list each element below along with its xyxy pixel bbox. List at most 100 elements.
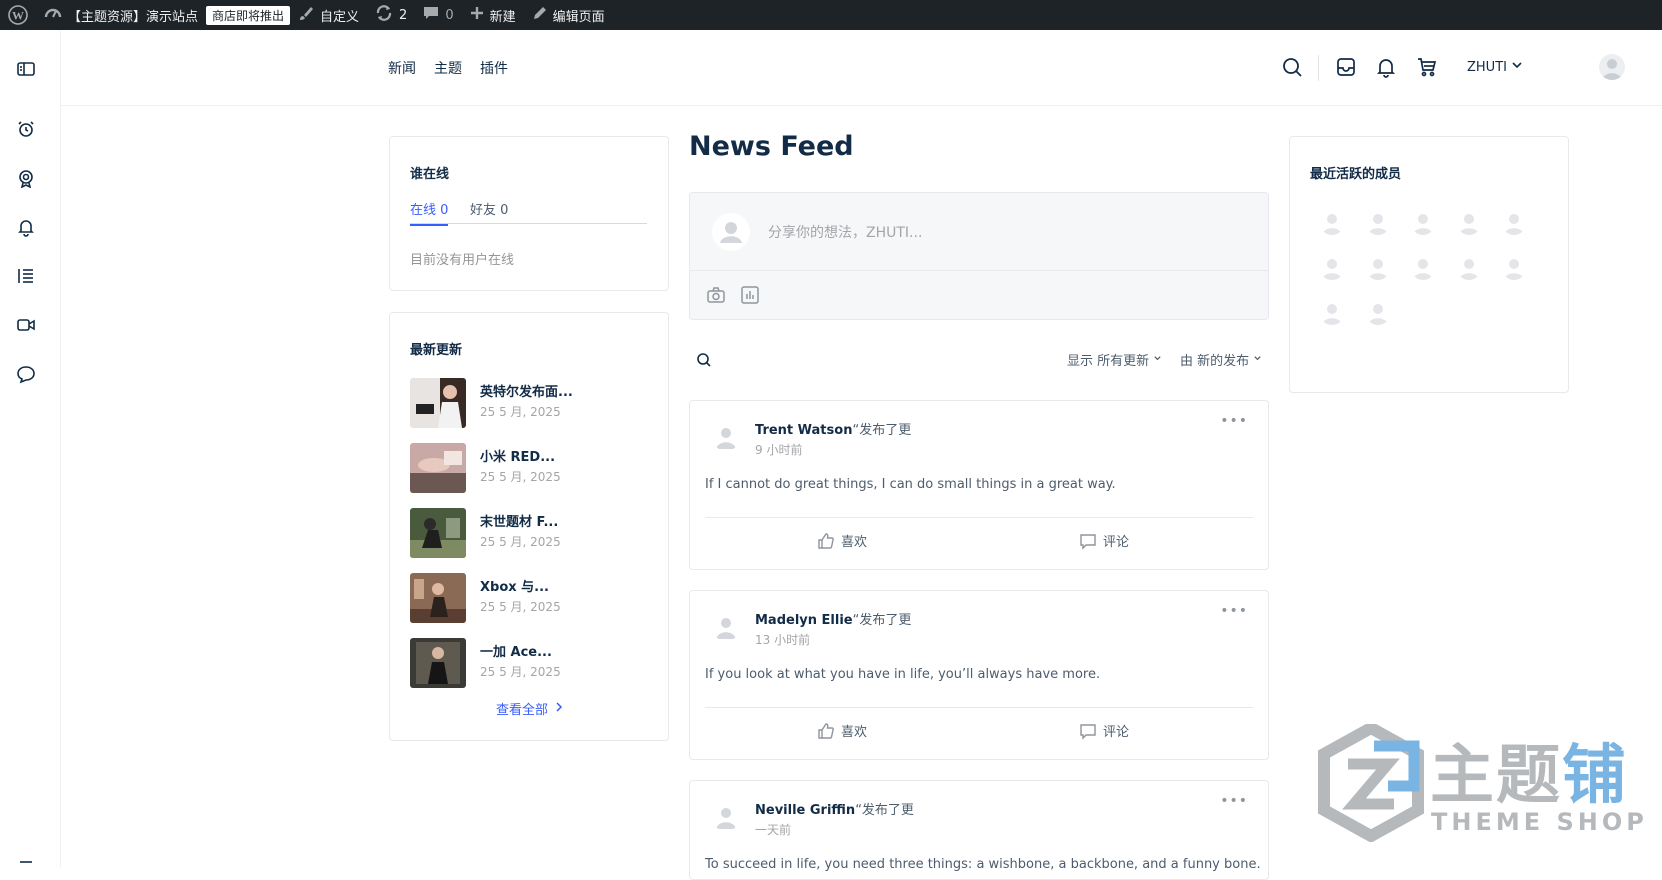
member-avatar[interactable]	[1366, 256, 1390, 280]
member-avatar[interactable]	[1457, 211, 1481, 235]
video-camera-icon[interactable]	[16, 315, 36, 335]
nav-item-themes[interactable]: 主题	[434, 58, 462, 78]
comment-button[interactable]: 评论	[1079, 721, 1129, 740]
update-title[interactable]: 末世题材 F...	[480, 511, 558, 530]
list-item[interactable]: Xbox 与... 25 5 月, 2025	[410, 573, 650, 623]
member-avatar[interactable]	[1502, 211, 1526, 235]
avatar[interactable]	[712, 423, 740, 451]
who-online-widget: 谁在线 在线 0 好友 0 目前没有用户在线	[389, 136, 669, 291]
like-button[interactable]: 喜欢	[817, 721, 867, 740]
post-content: If you look at what you have in life, yo…	[705, 667, 1101, 682]
member-avatar[interactable]	[1411, 256, 1435, 280]
comment-label: 评论	[1103, 535, 1130, 550]
edit-page-link[interactable]: 编辑页面	[524, 0, 613, 30]
author-name[interactable]: Neville Griffin	[755, 803, 855, 818]
avatar[interactable]	[712, 803, 740, 831]
filter-show-select[interactable]: 显示 所有更新	[1067, 350, 1162, 369]
post-header: Neville Griffin“发布了更	[755, 799, 914, 818]
member-avatar[interactable]	[1320, 256, 1344, 280]
inbox-icon[interactable]	[1335, 56, 1357, 78]
camera-icon[interactable]	[706, 285, 726, 305]
member-avatar[interactable]	[1411, 211, 1435, 235]
member-avatar[interactable]	[1366, 211, 1390, 235]
activity-list-icon[interactable]	[16, 266, 36, 286]
chat-bubble-icon[interactable]	[16, 364, 36, 384]
more-options-icon[interactable]: •••	[1220, 413, 1248, 429]
list-item[interactable]: 末世题材 F... 25 5 月, 2025	[410, 508, 650, 558]
like-button[interactable]: 喜欢	[817, 531, 867, 550]
member-avatar[interactable]	[1320, 301, 1344, 325]
store-coming-soon-badge[interactable]: 商店即将推出	[206, 5, 291, 25]
search-icon[interactable]	[1281, 56, 1303, 78]
post-timestamp[interactable]: 一天前	[755, 821, 791, 838]
post-thumbnail[interactable]	[410, 378, 466, 428]
post-input-placeholder[interactable]: 分享你的想法，ZHUTI...	[768, 222, 922, 242]
sidebar-toggle-icon[interactable]	[16, 59, 36, 79]
post-thumbnail[interactable]	[410, 573, 466, 623]
view-all-label: 查看全部	[496, 703, 549, 718]
update-title[interactable]: Xbox 与...	[480, 576, 549, 595]
tab-friends[interactable]: 好友 0	[470, 199, 508, 224]
post-header: Madelyn Ellie“发布了更	[755, 609, 911, 628]
comment-icon	[1080, 533, 1096, 550]
post-action-text: “发布了更	[852, 423, 912, 438]
active-members-widget: 最近活跃的成员	[1289, 136, 1569, 393]
post-timestamp[interactable]: 13 小时前	[755, 631, 810, 648]
update-title[interactable]: 一加 Ace...	[480, 641, 552, 660]
update-title[interactable]: 英特尔发布面...	[480, 381, 573, 400]
like-label: 喜欢	[841, 725, 868, 740]
site-menu[interactable]: 【主题资源】演示站点	[36, 0, 206, 30]
update-date: 25 5 月, 2025	[480, 665, 561, 679]
more-options-icon[interactable]: •••	[1220, 793, 1248, 809]
more-options-icon[interactable]: •••	[1220, 603, 1248, 619]
dashboard-icon	[44, 5, 62, 25]
widget-title: 最新更新	[410, 343, 463, 358]
avatar[interactable]	[712, 613, 740, 641]
list-item[interactable]: 小米 RED... 25 5 月, 2025	[410, 443, 650, 493]
view-all-link[interactable]: 查看全部	[496, 699, 564, 718]
notification-bell-icon[interactable]	[1375, 56, 1397, 78]
wordpress-logo-icon[interactable]: W	[0, 0, 36, 30]
nav-item-plugins[interactable]: 插件	[480, 58, 508, 78]
like-label: 喜欢	[841, 535, 868, 550]
comment-button[interactable]: 评论	[1079, 531, 1129, 550]
watermark-logo: 主题铺 THEME SHOP	[1316, 724, 1646, 842]
post-thumbnail[interactable]	[410, 508, 466, 558]
customize-link[interactable]: 自定义	[290, 0, 367, 30]
author-name[interactable]: Trent Watson	[755, 423, 852, 438]
username: ZHUTI	[1467, 59, 1507, 75]
post-input-area[interactable]: 分享你的想法，ZHUTI...	[690, 193, 1268, 271]
alarm-clock-icon[interactable]	[16, 119, 36, 139]
bottom-menu-icon[interactable]	[16, 856, 36, 876]
activity-search-icon[interactable]	[695, 351, 713, 369]
activity-post: Neville Griffin“发布了更 一天前 ••• To succeed …	[689, 780, 1269, 880]
list-item[interactable]: 英特尔发布面... 25 5 月, 2025	[410, 378, 650, 428]
badge-award-icon[interactable]	[16, 168, 36, 189]
post-thumbnail[interactable]	[410, 638, 466, 688]
avatar[interactable]	[1599, 54, 1625, 80]
filter-order-select[interactable]: 由 新的发布	[1180, 350, 1262, 369]
new-content-link[interactable]: 新建	[462, 0, 524, 30]
post-action-text: “发布了更	[852, 613, 912, 628]
member-avatar[interactable]	[1320, 211, 1344, 235]
post-thumbnail[interactable]	[410, 443, 466, 493]
activity-post-form[interactable]: 分享你的想法，ZHUTI...	[689, 192, 1269, 320]
nav-item-news[interactable]: 新闻	[388, 58, 416, 78]
member-avatar[interactable]	[1502, 256, 1526, 280]
watermark-emblem-icon	[1318, 724, 1424, 842]
member-avatar[interactable]	[1457, 256, 1481, 280]
site-name: 【主题资源】演示站点	[68, 9, 199, 25]
list-item[interactable]: 一加 Ace... 25 5 月, 2025	[410, 638, 650, 688]
user-menu[interactable]: ZHUTI	[1467, 59, 1523, 75]
tab-online[interactable]: 在线 0	[410, 199, 449, 226]
member-avatar[interactable]	[1366, 301, 1390, 325]
comment-label: 评论	[1103, 725, 1130, 740]
notification-bell-icon[interactable]	[16, 217, 36, 237]
cart-icon[interactable]	[1416, 56, 1438, 78]
updates-link[interactable]: 2	[367, 0, 415, 30]
post-timestamp[interactable]: 9 小时前	[755, 441, 802, 458]
comments-link[interactable]: 0	[415, 0, 461, 30]
update-title[interactable]: 小米 RED...	[480, 446, 555, 465]
author-name[interactable]: Madelyn Ellie	[755, 613, 853, 628]
poll-chart-icon[interactable]	[740, 285, 760, 305]
